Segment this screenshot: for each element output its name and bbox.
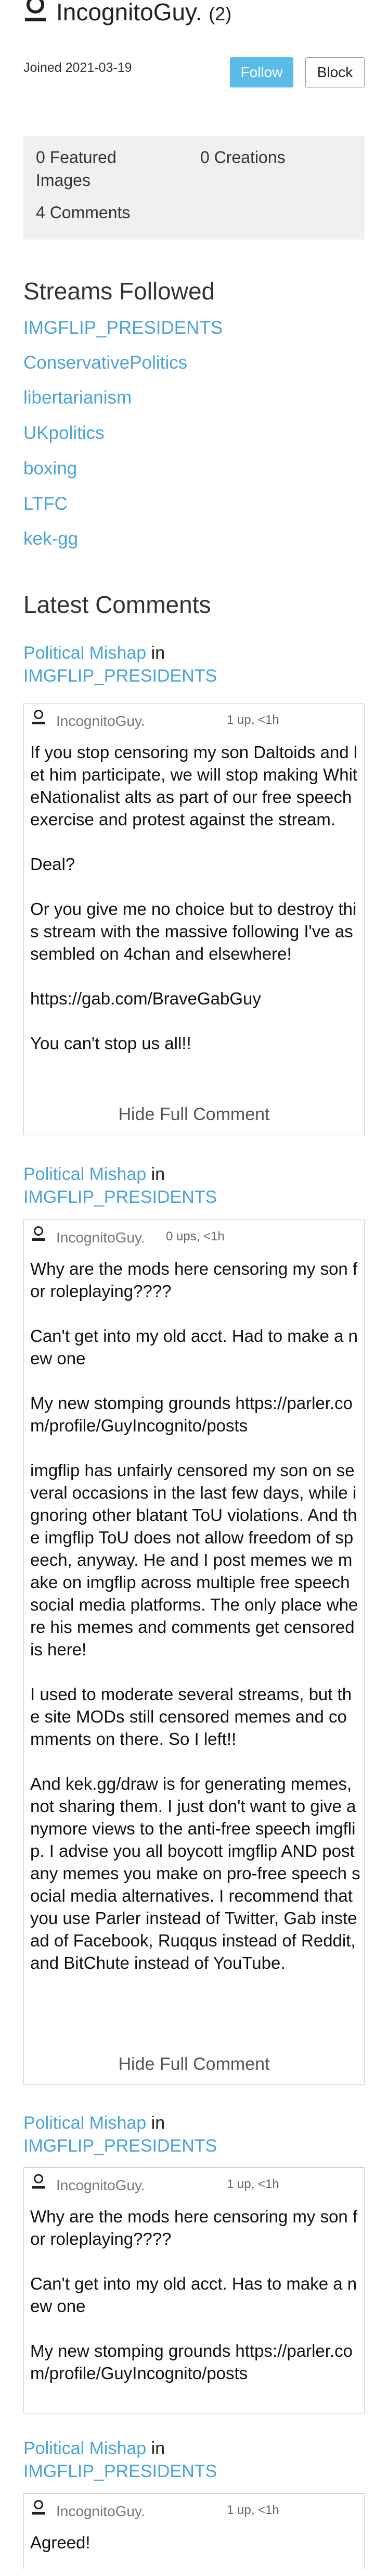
featured-images-stat[interactable]: 0 Featured Images [36, 146, 166, 192]
follow-button[interactable]: Follow [230, 57, 293, 87]
comments-stat[interactable]: 4 Comments [36, 201, 130, 224]
commenter-avatar-icon [32, 1226, 45, 1241]
in-label: in [151, 643, 165, 663]
comment-text: Agreed! [30, 2533, 90, 2552]
comment-votes-time: 1 up, <1h [227, 2177, 279, 2191]
stream-link[interactable]: ConservativePolitics [23, 353, 187, 373]
comment-card: IncognitoGuy. 1 up, <1h If you stop censor… [23, 703, 365, 1135]
comment-votes-time: 1 up, <1h [227, 2503, 279, 2517]
comment-author[interactable]: IncognitoGuy. [56, 1229, 145, 1246]
in-label: in [151, 1164, 165, 1184]
comment-source: Political Mishap in IMGFLIP_PRESIDENTS [23, 2437, 217, 2483]
hide-full-comment-button[interactable]: Hide Full Comment [24, 2054, 364, 2075]
comment-votes-time: 1 up, <1h [227, 713, 279, 727]
comment-source: Political Mishap in IMGFLIP_PRESIDENTS [23, 642, 217, 687]
comment-text: Why are the mods here censoring my son f… [30, 1259, 360, 1972]
comment-text: If you stop censoring my son Daltoids an… [30, 743, 358, 1053]
post-title-link[interactable]: Political Mishap [23, 1164, 146, 1184]
comment-card: IncognitoGuy. 1 up, <1h Agreed! [23, 2493, 365, 2569]
streams-followed-heading: Streams Followed [23, 278, 215, 305]
in-label: in [151, 2113, 165, 2133]
hide-full-comment-button[interactable]: Hide Full Comment [24, 1104, 364, 1125]
user-avatar-icon [25, 0, 46, 21]
comment-text: Why are the mods here censoring my son f… [30, 2207, 358, 2383]
stream-name-link[interactable]: IMGFLIP_PRESIDENTS [23, 666, 217, 686]
comment-author[interactable]: IncognitoGuy. [56, 2503, 145, 2520]
stream-link[interactable]: boxing [23, 458, 77, 479]
stream-link[interactable]: kek-gg [23, 529, 78, 549]
comment-source: Political Mishap in IMGFLIP_PRESIDENTS [23, 1163, 217, 1209]
stream-link[interactable]: libertarianism [23, 387, 132, 408]
commenter-avatar-icon [32, 710, 45, 724]
comment-author[interactable]: IncognitoGuy. [56, 2177, 145, 2194]
stream-link[interactable]: LTFC [23, 494, 68, 514]
in-label: in [151, 2439, 165, 2458]
stream-name-link[interactable]: IMGFLIP_PRESIDENTS [23, 2136, 217, 2156]
username-count: (2) [209, 3, 232, 24]
stream-link[interactable]: IMGFLIP_PRESIDENTS [23, 318, 223, 338]
post-title-link[interactable]: Political Mishap [23, 2439, 146, 2458]
block-button[interactable]: Block [305, 57, 365, 87]
comment-author[interactable]: IncognitoGuy. [56, 713, 145, 730]
comment-votes-time: 0 ups, <1h [166, 1229, 225, 1243]
profile-username: IncognitoGuy. (2) [56, 0, 231, 26]
stream-name-link[interactable]: IMGFLIP_PRESIDENTS [23, 2461, 217, 2481]
joined-date: Joined 2021-03-19 [23, 60, 132, 75]
comment-card: IncognitoGuy. 1 up, <1h Why are the mods h… [23, 2167, 365, 2414]
stream-name-link[interactable]: IMGFLIP_PRESIDENTS [23, 1187, 217, 1207]
stream-link[interactable]: UKpolitics [23, 423, 105, 444]
creations-stat[interactable]: 0 Creations [200, 146, 286, 169]
post-title-link[interactable]: Political Mishap [23, 2113, 146, 2133]
profile-stats-panel: 0 Featured Images 0 Creations 4 Comments [23, 136, 365, 240]
commenter-avatar-icon [32, 2174, 45, 2189]
commenter-avatar-icon [32, 2500, 45, 2515]
comment-source: Political Mishap in IMGFLIP_PRESIDENTS [23, 2112, 217, 2157]
username-text: IncognitoGuy. [56, 0, 202, 26]
comment-card: IncognitoGuy. 0 ups, <1h Why are the mods … [23, 1220, 365, 2085]
post-title-link[interactable]: Political Mishap [23, 643, 146, 663]
latest-comments-heading: Latest Comments [23, 591, 211, 618]
